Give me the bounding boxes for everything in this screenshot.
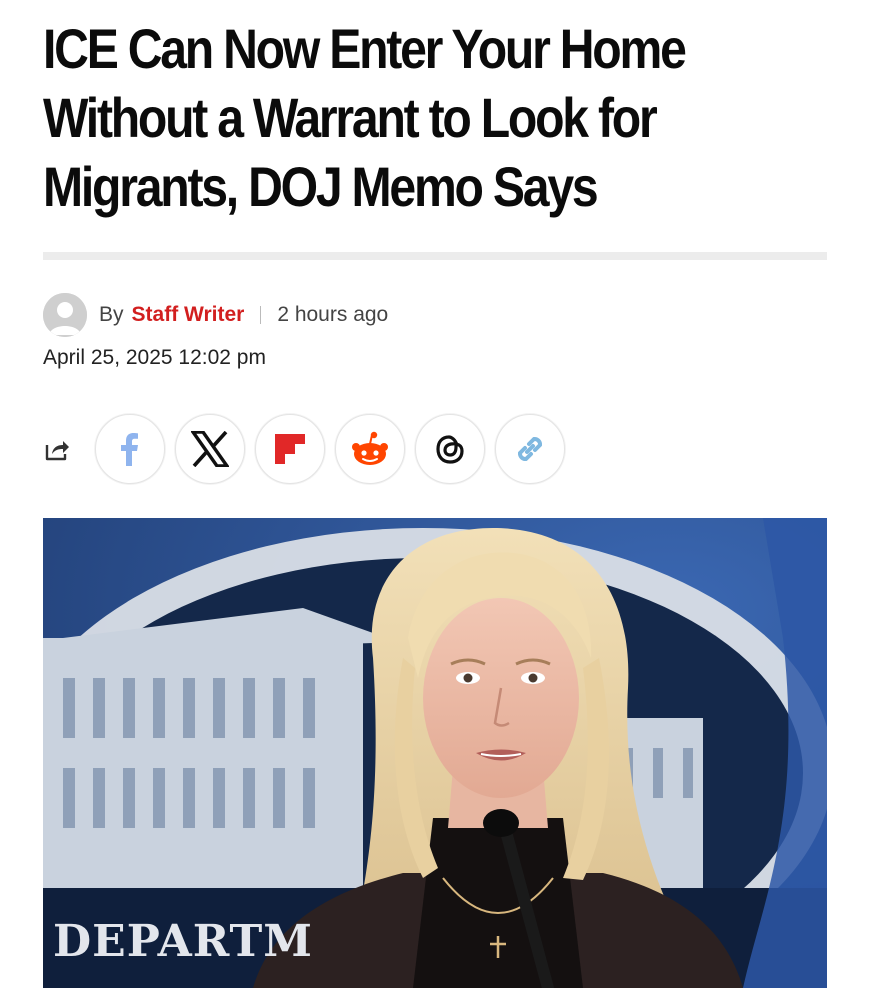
hero-image: DEPARTM (43, 518, 827, 988)
facebook-share-button[interactable] (95, 414, 165, 484)
avatar-placeholder-icon (43, 293, 87, 337)
share-icon[interactable] (43, 435, 71, 463)
article-headline: ICE Can Now Enter Your Home Without a Wa… (43, 14, 722, 221)
x-share-button[interactable] (175, 414, 245, 484)
copy-link-icon (518, 437, 542, 461)
share-bar (43, 412, 575, 486)
reddit-icon (352, 431, 388, 465)
x-icon (191, 431, 229, 467)
author-avatar[interactable] (43, 293, 87, 337)
flipboard-share-button[interactable] (255, 414, 325, 484)
headline-divider (43, 252, 827, 260)
reddit-share-button[interactable] (335, 414, 405, 484)
seal-sign-text: DEPARTM (53, 916, 313, 967)
threads-icon (436, 435, 464, 464)
press-conference-photo: DEPARTM (43, 518, 827, 988)
byline-prefix: By (99, 303, 124, 326)
facebook-icon (121, 433, 138, 466)
copy-link-button[interactable] (495, 414, 565, 484)
author-link[interactable]: Staff Writer (132, 303, 245, 327)
flipboard-icon (275, 434, 305, 464)
byline-separator (260, 306, 262, 324)
threads-share-button[interactable] (415, 414, 485, 484)
relative-time: 2 hours ago (277, 303, 389, 326)
byline: By Staff Writer 2 hours ago (43, 292, 388, 338)
headline-line-1: ICE Can Now Enter Your Home (43, 17, 687, 80)
headline-line-2: Without a Warrant to Look for (43, 86, 658, 149)
publish-date: April 25, 2025 12:02 pm (43, 346, 266, 369)
headline-line-3: Migrants, DOJ Memo Says (43, 155, 599, 218)
